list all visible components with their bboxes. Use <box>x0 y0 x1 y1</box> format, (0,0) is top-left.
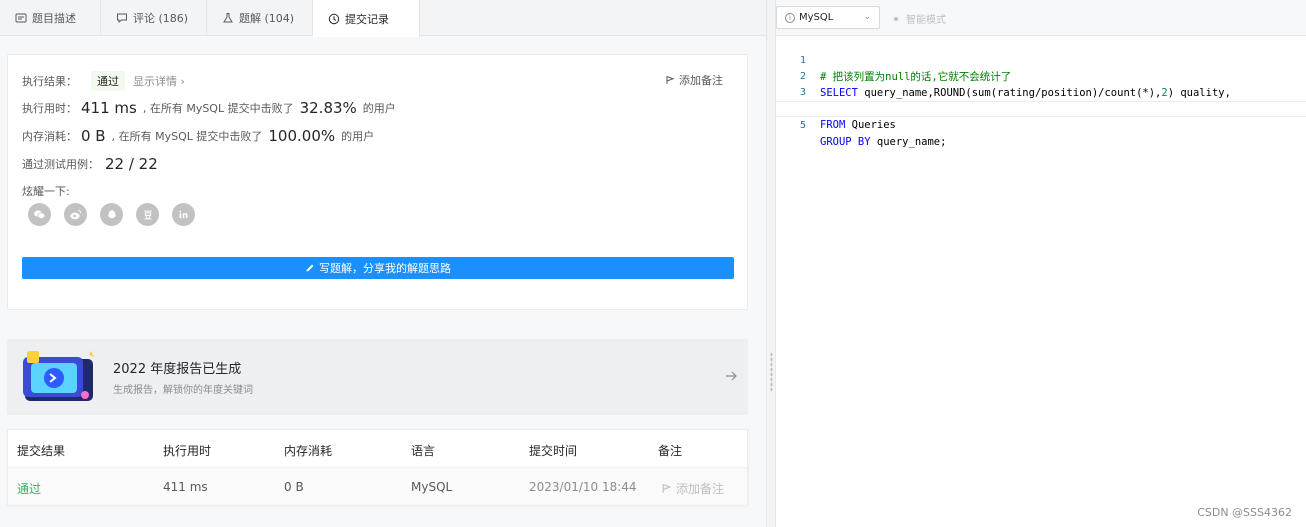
code-line: 2 SELECT query_name,ROUND(sum(rating/pos… <box>776 53 1306 99</box>
comment-icon <box>115 11 129 25</box>
social-share-list <box>28 203 208 226</box>
show-details-link[interactable]: 显示详情 › <box>133 73 185 89</box>
report-illustration <box>21 349 97 405</box>
runtime-suffix: 的用户 <box>362 102 396 115</box>
qq-icon[interactable] <box>100 203 123 226</box>
column-header: 提交时间 <box>529 444 578 458</box>
tab-submissions[interactable]: 提交记录 <box>313 0 420 37</box>
chevron-down-icon: ⌄ <box>863 12 871 22</box>
column-header: 备注 <box>658 444 683 458</box>
testcases-label: 通过测试用例： <box>22 158 99 171</box>
annual-report-banner[interactable]: 2022 年度报告已生成 生成报告，解锁你的年度关键词 <box>7 339 748 415</box>
dot-icon <box>894 16 898 21</box>
app-root: 题目描述 评论 (186) 题解 (104) 提交记录 执行结果： 通过 显示详… <box>0 0 1306 527</box>
code-line-current: 5 GROUP BY query_name; <box>776 101 1306 148</box>
runtime-percentile: 32.83% <box>299 99 357 117</box>
write-solution-button[interactable]: 写题解，分享我的解题思路 <box>22 257 734 279</box>
submission-runtime: 411 ms <box>163 480 208 494</box>
flag-icon <box>662 484 672 493</box>
weibo-icon[interactable] <box>64 203 87 226</box>
description-icon <box>14 11 28 25</box>
wechat-icon[interactable] <box>28 203 51 226</box>
code-line: 4 FROM Queries <box>776 85 1306 131</box>
report-title: 2022 年度报告已生成 <box>113 362 242 377</box>
runtime-label: 执行用时： <box>22 102 77 115</box>
testcases-row: 通过测试用例： 22 / 22 <box>22 155 164 173</box>
tab-label: 提交记录 <box>345 12 389 26</box>
flag-icon <box>666 76 675 84</box>
memory-value: 0 B <box>81 127 106 145</box>
editor-toolbar: i MySQL ⌄ 智能模式 <box>776 0 1306 36</box>
tab-comments[interactable]: 评论 (186) <box>101 0 207 36</box>
add-note-label: 添加备注 <box>679 74 723 87</box>
pane-resize-handle[interactable] <box>766 0 776 527</box>
column-header: 内存消耗 <box>284 444 333 458</box>
pencil-icon <box>306 264 314 272</box>
linkedin-icon[interactable] <box>172 203 195 226</box>
tab-bar: 题目描述 评论 (186) 题解 (104) 提交记录 <box>0 0 766 37</box>
clock-icon <box>327 12 341 26</box>
memory-row: 内存消耗： 0 B , 在所有 MySQL 提交中击败了 100.00% 的用户 <box>22 127 374 145</box>
add-note-button[interactable]: 添加备注 <box>661 480 724 497</box>
report-subtitle: 生成报告，解锁你的年度关键词 <box>113 385 253 396</box>
line-number: 5 <box>799 120 806 131</box>
drag-grip-icon <box>770 352 773 392</box>
column-header: 提交结果 <box>17 444 66 458</box>
smart-mode-label: 智能模式 <box>906 15 946 26</box>
language-select[interactable]: i MySQL ⌄ <box>776 6 880 29</box>
flask-icon <box>221 11 235 25</box>
smart-mode-toggle[interactable]: 智能模式 <box>894 11 946 26</box>
add-note-label: 添加备注 <box>676 482 725 496</box>
runtime-beat-text: , 在所有 MySQL 提交中击败了 <box>142 102 294 115</box>
left-pane: 题目描述 评论 (186) 题解 (104) 提交记录 执行结果： 通过 显示详… <box>0 0 766 527</box>
code-area[interactable]: 1 # 把该列置为null的话,它就不会统计了 2 SELECT query_n… <box>776 37 1306 148</box>
tab-description[interactable]: 题目描述 <box>0 0 101 36</box>
submission-time: 2023/01/10 18:44 <box>529 480 637 494</box>
memory-percentile: 100.00% <box>268 127 336 145</box>
submission-result[interactable]: 通过 <box>17 480 41 497</box>
add-note-button[interactable]: 添加备注 <box>665 72 723 88</box>
tab-label: 题目描述 <box>32 12 76 25</box>
douban-icon[interactable] <box>136 203 159 226</box>
column-header: 语言 <box>411 444 436 458</box>
status-badge: 通过 <box>91 71 125 91</box>
submission-language: MySQL <box>411 480 453 494</box>
watermark: CSDN @SSS4362 <box>1197 506 1292 519</box>
runtime-value: 411 ms <box>81 99 137 117</box>
tab-label: 评论 (186) <box>133 12 189 25</box>
line-content: FROM Queries <box>820 119 896 131</box>
result-card: 执行结果： 通过 显示详情 › 添加备注 执行用时： 411 ms , 在所有 … <box>7 54 748 310</box>
memory-suffix: 的用户 <box>341 130 375 143</box>
column-header: 执行用时 <box>163 444 212 458</box>
arrow-right-icon[interactable] <box>724 369 738 383</box>
runtime-row: 执行用时： 411 ms , 在所有 MySQL 提交中击败了 32.83% 的… <box>22 99 396 117</box>
share-row: 炫耀一下: <box>22 183 70 199</box>
code-line: 1 # 把该列置为null的话,它就不会统计了 <box>776 37 1306 83</box>
share-label: 炫耀一下: <box>22 185 70 198</box>
write-solution-label: 写题解，分享我的解题思路 <box>319 262 451 275</box>
submissions-table: 提交结果 执行用时 内存消耗 语言 提交时间 备注 通过 411 ms 0 B … <box>7 429 748 505</box>
code-line: 3 ROUND(count(IF(rating<3,rating,null))/… <box>776 69 1306 115</box>
testcases-value: 22 / 22 <box>105 155 158 173</box>
tab-label: 题解 (104) <box>239 12 295 25</box>
tab-solutions[interactable]: 题解 (104) <box>207 0 313 36</box>
submission-memory: 0 B <box>284 480 304 494</box>
table-row[interactable]: 通过 411 ms 0 B MySQL 2023/01/10 18:44 添加备… <box>8 467 747 505</box>
exec-result-row: 执行结果： 通过 显示详情 › <box>22 71 185 91</box>
memory-label: 内存消耗： <box>22 130 77 143</box>
language-value: MySQL <box>799 12 834 23</box>
code-editor-pane: i MySQL ⌄ 智能模式 1 # 把该列置为null的话,它就不会统计了 2… <box>776 0 1306 527</box>
line-content: GROUP BY query_name; <box>820 136 947 148</box>
memory-beat-text: , 在所有 MySQL 提交中击败了 <box>111 130 263 143</box>
exec-result-label: 执行结果： <box>22 75 77 88</box>
info-icon: i <box>785 12 795 23</box>
